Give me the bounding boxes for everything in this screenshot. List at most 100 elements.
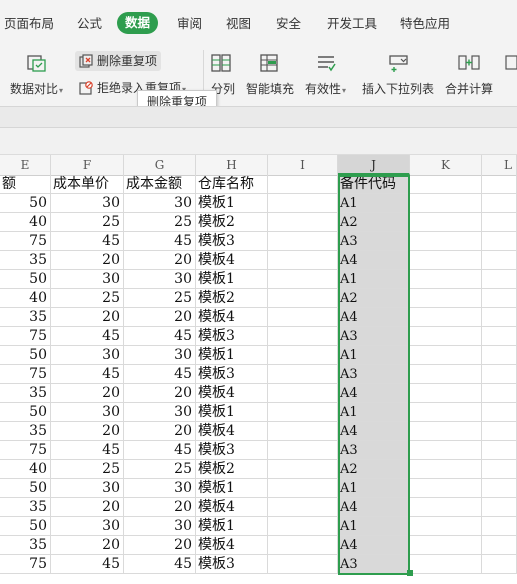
- header-cell-e[interactable]: 额: [0, 175, 51, 194]
- cell-f[interactable]: 45: [51, 232, 124, 251]
- cell-e[interactable]: 50: [0, 346, 51, 365]
- cell-j[interactable]: A4: [338, 536, 410, 555]
- cell-j[interactable]: A3: [338, 555, 410, 574]
- header-cell-j[interactable]: 备件代码: [338, 175, 410, 194]
- cell-f[interactable]: 20: [51, 308, 124, 327]
- cell-empty[interactable]: [482, 270, 517, 289]
- cell-empty[interactable]: [482, 251, 517, 270]
- cell-empty[interactable]: [268, 213, 338, 232]
- cell-empty[interactable]: [410, 346, 482, 365]
- data-compare-button[interactable]: 数据对比▾: [10, 80, 63, 97]
- cell-h[interactable]: 模板4: [196, 422, 268, 441]
- column-header-e[interactable]: E: [0, 155, 51, 175]
- cell-h[interactable]: 模板3: [196, 441, 268, 460]
- tab-special[interactable]: 特色应用: [400, 14, 450, 34]
- header-cell-i[interactable]: [268, 175, 338, 194]
- column-header-f[interactable]: F: [51, 155, 124, 175]
- column-header-i[interactable]: I: [268, 155, 338, 175]
- cell-h[interactable]: 模板2: [196, 213, 268, 232]
- tab-review[interactable]: 审阅: [177, 14, 202, 34]
- cell-g[interactable]: 45: [124, 232, 196, 251]
- cell-h[interactable]: 模板1: [196, 346, 268, 365]
- cell-empty[interactable]: [482, 327, 517, 346]
- cell-empty[interactable]: [268, 479, 338, 498]
- cell-empty[interactable]: [410, 479, 482, 498]
- cell-empty[interactable]: [410, 555, 482, 574]
- cell-h[interactable]: 模板4: [196, 498, 268, 517]
- cell-f[interactable]: 30: [51, 270, 124, 289]
- cell-h[interactable]: 模板1: [196, 403, 268, 422]
- column-header-l[interactable]: L: [482, 155, 517, 175]
- tab-security[interactable]: 安全: [276, 14, 301, 34]
- cell-empty[interactable]: [482, 517, 517, 536]
- header-cell-f[interactable]: 成本单价: [51, 175, 124, 194]
- cell-f[interactable]: 25: [51, 289, 124, 308]
- cell-g[interactable]: 30: [124, 479, 196, 498]
- cell-j[interactable]: A3: [338, 365, 410, 384]
- cell-empty[interactable]: [482, 479, 517, 498]
- cell-g[interactable]: 30: [124, 194, 196, 213]
- cell-empty[interactable]: [482, 441, 517, 460]
- cell-e[interactable]: 75: [0, 232, 51, 251]
- cell-empty[interactable]: [268, 536, 338, 555]
- cell-empty[interactable]: [410, 422, 482, 441]
- cell-f[interactable]: 30: [51, 403, 124, 422]
- cell-empty[interactable]: [410, 517, 482, 536]
- cell-e[interactable]: 50: [0, 403, 51, 422]
- cell-empty[interactable]: [482, 213, 517, 232]
- cell-empty[interactable]: [482, 460, 517, 479]
- cell-f[interactable]: 20: [51, 536, 124, 555]
- cell-empty[interactable]: [268, 327, 338, 346]
- validity-icon[interactable]: [315, 53, 337, 73]
- cell-f[interactable]: 30: [51, 517, 124, 536]
- cell-f[interactable]: 45: [51, 441, 124, 460]
- cell-empty[interactable]: [268, 460, 338, 479]
- cell-empty[interactable]: [482, 365, 517, 384]
- cell-h[interactable]: 模板1: [196, 479, 268, 498]
- cell-j[interactable]: A4: [338, 422, 410, 441]
- cell-h[interactable]: 模板1: [196, 270, 268, 289]
- fill-handle[interactable]: [407, 570, 413, 576]
- cell-f[interactable]: 30: [51, 194, 124, 213]
- cell-j[interactable]: A3: [338, 327, 410, 346]
- cell-f[interactable]: 20: [51, 498, 124, 517]
- cell-empty[interactable]: [410, 251, 482, 270]
- header-cell-l[interactable]: [482, 175, 517, 194]
- cell-f[interactable]: 45: [51, 365, 124, 384]
- cell-g[interactable]: 45: [124, 555, 196, 574]
- smart-fill-button[interactable]: 智能填充: [246, 80, 294, 97]
- cell-empty[interactable]: [482, 194, 517, 213]
- cell-h[interactable]: 模板4: [196, 308, 268, 327]
- cell-empty[interactable]: [482, 403, 517, 422]
- cell-f[interactable]: 30: [51, 346, 124, 365]
- spreadsheet-grid[interactable]: 额 成本单价 成本金额 仓库名称 备件代码 50 30 30 模板1 A1 40 25 25 模…: [0, 175, 517, 584]
- cell-f[interactable]: 25: [51, 460, 124, 479]
- cell-empty[interactable]: [482, 555, 517, 574]
- cell-h[interactable]: 模板3: [196, 555, 268, 574]
- column-header-h[interactable]: H: [196, 155, 268, 175]
- cell-j[interactable]: A4: [338, 308, 410, 327]
- cell-e[interactable]: 75: [0, 365, 51, 384]
- cell-empty[interactable]: [482, 498, 517, 517]
- cell-empty[interactable]: [268, 422, 338, 441]
- cell-f[interactable]: 20: [51, 251, 124, 270]
- cell-j[interactable]: A4: [338, 251, 410, 270]
- column-header-k[interactable]: K: [410, 155, 482, 175]
- header-cell-h[interactable]: 仓库名称: [196, 175, 268, 194]
- cell-f[interactable]: 20: [51, 422, 124, 441]
- cell-empty[interactable]: [268, 498, 338, 517]
- tab-view[interactable]: 视图: [226, 14, 251, 34]
- cell-e[interactable]: 50: [0, 194, 51, 213]
- cell-empty[interactable]: [268, 365, 338, 384]
- cell-g[interactable]: 20: [124, 384, 196, 403]
- cell-j[interactable]: A1: [338, 403, 410, 422]
- cell-g[interactable]: 45: [124, 365, 196, 384]
- cell-empty[interactable]: [268, 251, 338, 270]
- cell-empty[interactable]: [268, 441, 338, 460]
- cell-empty[interactable]: [410, 194, 482, 213]
- cell-empty[interactable]: [268, 232, 338, 251]
- cell-empty[interactable]: [268, 346, 338, 365]
- cell-g[interactable]: 25: [124, 289, 196, 308]
- cell-e[interactable]: 50: [0, 479, 51, 498]
- cell-j[interactable]: A1: [338, 346, 410, 365]
